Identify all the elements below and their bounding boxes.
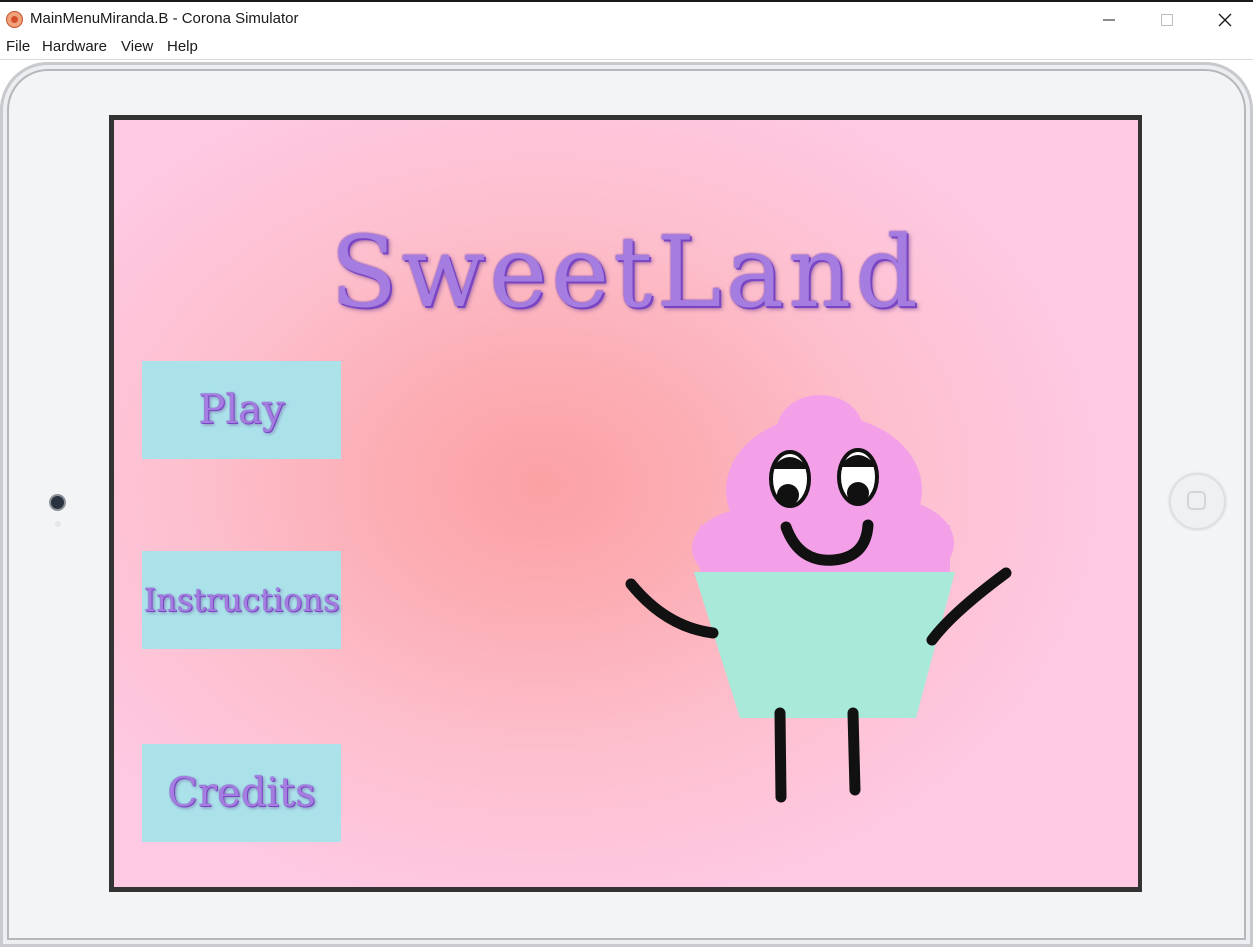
game-canvas[interactable]: SweetLand Play Instructions Credits <box>114 120 1138 887</box>
play-button[interactable]: Play <box>142 361 341 459</box>
minimize-button[interactable] <box>1080 2 1138 38</box>
title-bar: MainMenuMiranda.B - Corona Simulator <box>0 0 1253 38</box>
window-title: MainMenuMiranda.B - Corona Simulator <box>30 10 299 27</box>
instructions-button[interactable]: Instructions <box>142 551 341 649</box>
sensor-dot <box>55 521 61 527</box>
menu-help[interactable]: Help <box>167 38 198 55</box>
home-square-icon <box>1187 491 1206 510</box>
maximize-icon <box>1161 14 1173 26</box>
maximize-button[interactable] <box>1138 2 1196 38</box>
cupcake-left-leg <box>774 707 787 803</box>
credits-button[interactable]: Credits <box>142 744 341 842</box>
menu-hardware[interactable]: Hardware <box>42 38 107 55</box>
camera-icon <box>51 496 64 509</box>
close-button[interactable] <box>1196 2 1253 38</box>
cupcake-right-leg <box>847 707 861 796</box>
menu-file[interactable]: File <box>6 38 30 55</box>
game-title: SweetLand <box>330 216 922 330</box>
menu-bar: File Hardware View Help <box>0 36 1253 60</box>
minimize-icon <box>1103 19 1115 21</box>
home-button[interactable] <box>1169 473 1226 530</box>
corona-app-icon <box>6 11 23 28</box>
device-screen: SweetLand Play Instructions Credits <box>109 115 1142 892</box>
close-icon <box>1218 13 1232 27</box>
cupcake-wrapper <box>694 572 955 718</box>
cupcake-character <box>625 395 1012 803</box>
menu-view[interactable]: View <box>121 38 153 55</box>
